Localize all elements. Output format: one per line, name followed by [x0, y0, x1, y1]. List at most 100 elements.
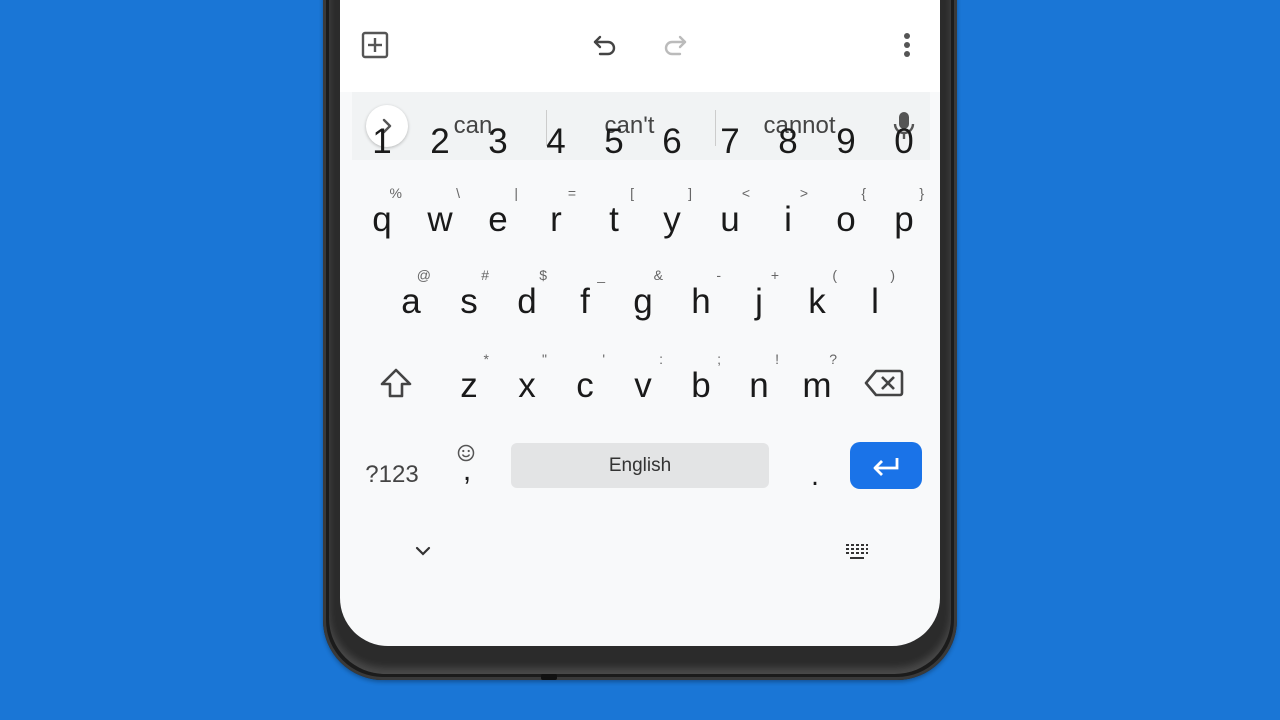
key-label: s: [460, 282, 478, 321]
key-label: u: [720, 200, 740, 239]
symbols-key[interactable]: ?123: [352, 450, 432, 500]
key-hint: +: [770, 267, 779, 283]
key-b[interactable]: b;: [673, 346, 729, 420]
key-s[interactable]: s #: [441, 262, 497, 336]
key-label: c: [576, 366, 594, 405]
key-9[interactable]: 9: [818, 106, 874, 180]
key-label: 5: [604, 122, 624, 161]
key-f[interactable]: f _: [557, 262, 613, 336]
key-label: 0: [894, 122, 914, 161]
shift-icon: [380, 368, 412, 398]
key-l[interactable]: l): [847, 262, 903, 336]
key-q[interactable]: q%: [354, 180, 410, 254]
key-a[interactable]: a @: [383, 262, 439, 336]
key-hint: *: [483, 351, 489, 367]
key-label: r: [550, 200, 562, 239]
key-label: z: [460, 366, 478, 405]
key-g[interactable]: g &: [615, 262, 671, 336]
key-n[interactable]: n!: [731, 346, 787, 420]
key-o[interactable]: o{: [818, 180, 874, 254]
key-label: 1: [372, 122, 392, 161]
key-d[interactable]: d $: [499, 262, 555, 336]
chevron-down-icon: [415, 546, 431, 556]
hide-keyboard-button[interactable]: [405, 536, 441, 566]
key-4[interactable]: 4: [528, 106, 584, 180]
key-8[interactable]: 8: [760, 106, 816, 180]
enter-icon: [873, 457, 899, 476]
key-label: 8: [778, 122, 798, 161]
period-key[interactable]: .: [790, 440, 840, 500]
key-2[interactable]: 2: [412, 106, 468, 180]
backspace-icon: [864, 369, 904, 397]
key-label: 2: [430, 122, 450, 161]
key-hint: ?: [829, 351, 837, 367]
key-hint: }: [919, 185, 924, 201]
redo-icon[interactable]: [660, 30, 690, 60]
key-label: 9: [836, 122, 856, 161]
key-0[interactable]: 0: [876, 106, 932, 180]
key-hint: :: [659, 351, 663, 367]
key-label: t: [609, 200, 619, 239]
undo-icon[interactable]: [590, 30, 620, 60]
key-hint: %: [389, 185, 402, 201]
key-h[interactable]: h-: [673, 262, 729, 336]
key-x[interactable]: x ": [499, 346, 555, 420]
key-m[interactable]: m?: [789, 346, 845, 420]
key-r[interactable]: r =: [528, 180, 584, 254]
key-label: 4: [546, 122, 566, 161]
keyboard-toolbar: [340, 0, 940, 92]
space-key[interactable]: English: [511, 443, 769, 488]
add-box-icon[interactable]: [360, 30, 390, 60]
key-label: 3: [488, 122, 508, 161]
key-hint: -: [716, 267, 721, 283]
enter-key[interactable]: [850, 442, 922, 489]
key-label: 7: [720, 122, 740, 161]
key-p[interactable]: p}: [876, 180, 932, 254]
key-hint: ': [602, 351, 605, 367]
comma-key[interactable]: ,: [442, 440, 492, 500]
key-hint: =: [567, 185, 576, 201]
key-hint: ): [890, 267, 895, 283]
keyboard-icon: [846, 544, 868, 559]
key-1[interactable]: 1: [354, 106, 410, 180]
key-v[interactable]: v:: [615, 346, 671, 420]
key-label: m: [802, 366, 832, 405]
key-label: x: [518, 366, 536, 405]
key-label: e: [488, 200, 508, 239]
key-hint: _: [597, 267, 605, 283]
key-6[interactable]: 6: [644, 106, 700, 180]
key-hint: {: [861, 185, 866, 201]
key-label: b: [691, 366, 711, 405]
key-hint: @: [416, 267, 431, 283]
key-label: n: [749, 366, 769, 405]
key-y[interactable]: y]: [644, 180, 700, 254]
shift-key[interactable]: [366, 346, 426, 420]
key-hint: (: [832, 267, 837, 283]
key-u[interactable]: u <: [702, 180, 758, 254]
key-7[interactable]: 7: [702, 106, 758, 180]
key-hint: ]: [688, 185, 692, 201]
phone-port: [541, 674, 557, 680]
key-w[interactable]: w \: [412, 180, 468, 254]
key-i[interactable]: i >: [760, 180, 816, 254]
key-label: q: [372, 200, 392, 239]
key-c[interactable]: c ': [557, 346, 613, 420]
key-5[interactable]: 5: [586, 106, 642, 180]
key-label: f: [580, 282, 590, 321]
delete-key[interactable]: [854, 346, 914, 420]
key-k[interactable]: k(: [789, 262, 845, 336]
key-hint: >: [799, 185, 808, 201]
more-vert-icon[interactable]: [892, 30, 922, 60]
switch-keyboard-button[interactable]: [839, 536, 875, 566]
key-j[interactable]: j +: [731, 262, 787, 336]
phone-frame: can can't cannot 1234567890 q% w \ e | r = t[y]…: [323, 0, 957, 680]
key-z[interactable]: z *: [441, 346, 497, 420]
key-hint: #: [481, 267, 489, 283]
key-t[interactable]: t[: [586, 180, 642, 254]
key-label: d: [517, 282, 537, 321]
key-3[interactable]: 3: [470, 106, 526, 180]
key-e[interactable]: e |: [470, 180, 526, 254]
key-label: y: [663, 200, 681, 239]
key-hint: |: [514, 185, 518, 201]
key-hint: $: [539, 267, 547, 283]
